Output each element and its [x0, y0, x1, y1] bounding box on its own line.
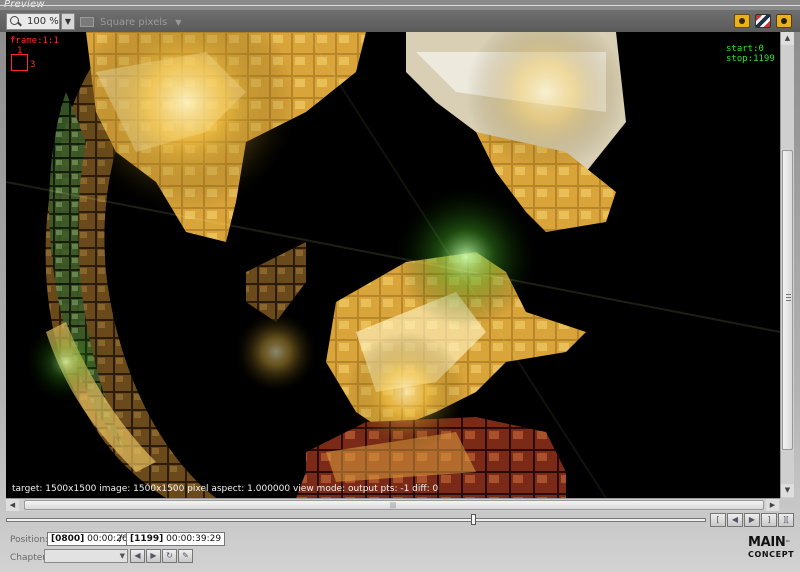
frame-marker-box	[11, 54, 28, 71]
timeline-track[interactable]	[6, 518, 706, 522]
total-frame: [1199]	[130, 534, 164, 544]
pixel-mode-select[interactable]: Square pixels ▼	[80, 14, 181, 30]
total-time: 00:00:39:29	[166, 534, 222, 544]
timeline-playhead[interactable]	[470, 514, 476, 525]
flag-icon[interactable]	[755, 14, 771, 28]
scroll-right-arrow[interactable]: ▶	[766, 499, 779, 511]
next-chapter-button[interactable]: ▶	[146, 549, 161, 563]
mark-in-button[interactable]: [	[710, 513, 726, 527]
brand-tm: ™	[785, 540, 791, 546]
vertical-scroll-thumb[interactable]	[782, 150, 793, 450]
timeline-nav-buttons: [ ◀ ▶ ] ][	[710, 513, 795, 527]
magnifier-icon	[9, 15, 23, 29]
brand-line1: MAIN	[748, 535, 786, 550]
video-preview[interactable]: frame:1:1 1 3 start:0 stop:1199 target: …	[6, 32, 780, 498]
globe-frame-image	[6, 32, 780, 498]
frame-label: frame:1:1	[10, 36, 59, 46]
stop-label: stop:1199	[726, 54, 775, 64]
scroll-up-arrow[interactable]: ▲	[781, 32, 794, 45]
brand-line2: CONCEPT	[748, 550, 795, 559]
pixel-aspect-icon	[80, 17, 94, 27]
zoom-combobox[interactable]: 100 %	[6, 13, 60, 30]
marker-side-label: 3	[30, 60, 36, 70]
edit-chapter-button[interactable]: ✎	[178, 549, 193, 563]
step-back-button[interactable]: ◀	[727, 513, 743, 527]
current-frame: [0800]	[51, 534, 85, 544]
split-button[interactable]: ][	[778, 513, 794, 527]
zoom-dropdown-button[interactable]: ▼	[61, 13, 75, 30]
total-duration-field: [1199] 00:00:39:29	[126, 532, 226, 546]
pixel-mode-label: Square pixels	[100, 16, 168, 28]
preview-toolbar: 100 % ▼ Square pixels ▼	[0, 10, 800, 32]
horizontal-scrollbar[interactable]: ◀ ||| ▶	[6, 498, 780, 511]
position-separator: /	[119, 533, 123, 544]
mainconcept-logo: MAIN™ CONCEPT	[748, 535, 795, 561]
mark-out-button[interactable]: ]	[761, 513, 777, 527]
chevron-down-icon: ▼	[119, 552, 125, 560]
start-label: start:0	[726, 44, 764, 54]
snapshot-icon[interactable]	[776, 14, 792, 28]
refresh-chapter-button[interactable]: ↻	[162, 549, 177, 563]
scroll-left-arrow[interactable]: ◀	[6, 499, 19, 511]
zoom-value: 100 %	[27, 16, 59, 27]
position-label: Position:	[10, 535, 49, 545]
step-forward-button[interactable]: ▶	[744, 513, 760, 527]
render-info: target: 1500x1500 image: 1500x1500 pixel…	[12, 484, 439, 494]
chapters-select[interactable]: ▼	[44, 549, 128, 563]
vertical-scrollbar[interactable]: ▲ ▼	[780, 32, 794, 498]
chapter-buttons: ◀ ▶ ↻ ✎	[130, 549, 194, 563]
prev-chapter-button[interactable]: ◀	[130, 549, 145, 563]
scroll-down-arrow[interactable]: ▼	[781, 484, 794, 497]
chevron-down-icon: ▼	[175, 17, 182, 27]
eye-icon[interactable]	[734, 14, 750, 28]
scroll-grip: |||	[390, 502, 397, 509]
